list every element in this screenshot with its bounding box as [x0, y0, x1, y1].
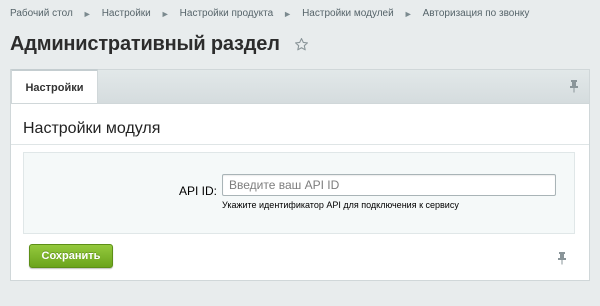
form-box: API ID: Укажите идентификатор API для по…	[23, 152, 575, 234]
breadcrumb: Рабочий стол ► Настройки ► Настройки про…	[10, 8, 529, 19]
page-title: Административный раздел	[10, 33, 280, 55]
divider	[11, 144, 589, 145]
breadcrumb-separator-icon: ►	[403, 8, 413, 19]
breadcrumb-item-desktop[interactable]: Рабочий стол	[10, 8, 73, 19]
title-row: Административный раздел	[10, 33, 310, 56]
save-button[interactable]: Сохранить	[29, 244, 113, 268]
pin-icon[interactable]	[555, 251, 569, 265]
breadcrumb-separator-icon: ►	[283, 8, 293, 19]
tab-bar: Настройки	[10, 69, 590, 105]
breadcrumb-item-module-settings[interactable]: Настройки модулей	[302, 8, 394, 19]
api-id-label: API ID:	[178, 184, 217, 198]
api-id-input[interactable]	[222, 174, 556, 196]
breadcrumb-separator-icon: ►	[82, 8, 92, 19]
tab-settings[interactable]: Настройки	[11, 69, 98, 105]
pin-icon[interactable]	[567, 79, 581, 93]
settings-panel: Настройки модуля API ID: Укажите идентиф…	[10, 103, 590, 281]
api-id-hint: Укажите идентификатор API для подключени…	[222, 200, 459, 210]
breadcrumb-item-call-auth[interactable]: Авторизация по звонку	[423, 8, 530, 19]
breadcrumb-separator-icon: ►	[160, 8, 170, 19]
breadcrumb-item-product-settings[interactable]: Настройки продукта	[180, 8, 273, 19]
star-icon[interactable]	[294, 37, 310, 53]
breadcrumb-item-settings[interactable]: Настройки	[102, 8, 151, 19]
section-title: Настройки модуля	[23, 120, 161, 137]
